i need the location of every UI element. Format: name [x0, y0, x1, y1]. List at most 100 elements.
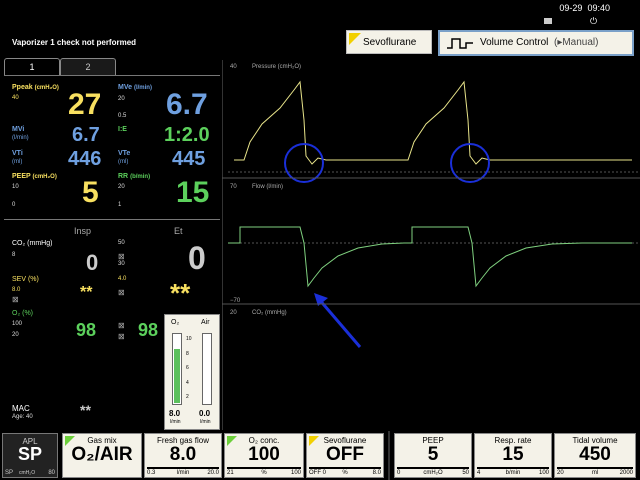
fresh-gas-max: 20.0 [207, 470, 219, 476]
tidal-volume-max: 2000 [619, 470, 633, 476]
ppeak-value: 27 [68, 88, 102, 121]
co2-waveform: 20 CO₂ (mmHg) [230, 310, 287, 316]
air-flow-unit: l/min [200, 419, 211, 425]
rr-limit-lo: 1 [118, 202, 122, 208]
co2-label: CO₂ (mmHg) [12, 240, 53, 247]
alarm-off-icon: ⊠ [118, 252, 125, 261]
o2-insp-value: 98 [76, 320, 97, 340]
alarm-off-icon: ⊠ [118, 321, 125, 330]
date: 09-29 [559, 3, 583, 13]
apl-min: SP [5, 470, 14, 476]
mode-sub-label: (▸Manual) [554, 37, 599, 48]
tidal-volume-control[interactable]: Tidal volume 450 20 ml 2000 [554, 433, 636, 478]
annotation-circle [284, 143, 324, 183]
o2-conc-value: 100 [248, 444, 280, 465]
flow-scale-bottom: −70 [230, 298, 241, 304]
alarm-off-icon: ⊠ [118, 288, 125, 297]
vte-unit: (ml) [118, 159, 129, 165]
mvi-value: 6.7 [72, 124, 100, 146]
agent-indicator-icon [349, 33, 361, 45]
o2-conc-max: 100 [290, 470, 301, 476]
o2-et-value: 98 [138, 320, 159, 340]
sevoflurane-max: 8.0 [372, 470, 381, 476]
alarm-off-icon: ⊠ [118, 332, 125, 341]
pressure-label: Pressure (cmH₂O) [252, 64, 301, 70]
flow-waveform: 70 Flow (l/min) −70 [228, 184, 640, 348]
o2-flow-value: 8.0 [169, 409, 181, 418]
co2-insp-value: 0 [86, 250, 99, 275]
flow-scale-top: 70 [230, 184, 237, 190]
vti-unit: (ml) [12, 159, 23, 165]
mode-waveform-icon [447, 38, 473, 49]
fresh-gas-bar [147, 467, 219, 469]
battery-icon [544, 18, 552, 24]
sevoflurane-bar [309, 467, 381, 469]
top-bar: 09-29 09:40 ⏻ [0, 0, 640, 28]
virtual-flowmeter: O₂ Air 10 8 6 4 2 8.0 0.0 l/min l/min [164, 314, 220, 430]
air-flow-tube [202, 333, 212, 405]
o2-label: O₂ (%) [12, 310, 33, 317]
alarm-message[interactable]: Vaporizer 1 check not performed [12, 38, 136, 47]
mve-limit-lo: 0.5 [118, 113, 127, 119]
pressure-waveform: 40 Pressure (cmH₂O) [228, 64, 640, 183]
sevoflurane-value: OFF [326, 444, 364, 465]
divider [388, 431, 390, 480]
mvi-label: MVi [12, 126, 25, 133]
peep-control[interactable]: PEEP 5 0 cmH₂O 50 [394, 433, 472, 478]
co2-et-limit: 50 [118, 240, 125, 246]
agent-label: Sevoflurane [363, 37, 417, 48]
peep-limit-lo: 0 [12, 202, 16, 208]
sevoflurane-unit: % [342, 470, 348, 476]
ie-value: 1:2.0 [164, 124, 210, 146]
tab-1[interactable]: 1 [4, 58, 60, 75]
sev-et-limit: 4.0 [118, 276, 127, 282]
rr-limit-hi: 20 [118, 184, 125, 190]
fresh-gas-flow-control[interactable]: Fresh gas flow 8.0 0.3 l/min 20.0 [144, 433, 222, 478]
gas-mix-button[interactable]: Gas mix O₂/AIR [62, 433, 142, 478]
waveform-panel: 40 Pressure (cmH₂O) 70 Flow (l/min) −70 … [222, 60, 640, 430]
mve-limit-hi: 20 [118, 96, 125, 102]
resp-rate-bar [477, 467, 549, 469]
resp-rate-control[interactable]: Resp. rate 15 4 b/min 100 [474, 433, 552, 478]
et-header: Et [174, 226, 183, 236]
sev-insp-value: ** [80, 284, 93, 301]
o2-flow-fill [174, 348, 180, 403]
vti-label: VTi [12, 150, 23, 157]
sevoflurane-control[interactable]: Sevoflurane OFF OFF 0 % 8.0 [306, 433, 384, 478]
vte-label: VTe [118, 150, 131, 157]
mac-label: MAC [12, 404, 30, 413]
air-flow-value: 0.0 [199, 409, 211, 418]
peep-set-value: 5 [427, 444, 439, 465]
agent-select-button[interactable]: Sevoflurane [346, 30, 432, 54]
co2-insp-limit: 8 [12, 252, 16, 258]
resp-rate-max: 100 [538, 470, 549, 476]
co2-et-value: 0 [188, 240, 206, 276]
o2-conc-bar [227, 467, 301, 469]
mvi-unit: (l/min) [12, 135, 29, 141]
apl-max: 80 [48, 470, 55, 476]
sev-insp-limit: 8.0 [12, 287, 21, 293]
o2-insp-limit: 100 [12, 321, 23, 327]
apl-valve-display[interactable]: APL SP SP cmH₂O 80 [2, 433, 58, 478]
o2-insp-limit-lo: 20 [12, 332, 19, 338]
vti-value: 446 [68, 148, 102, 170]
peep-bar [397, 467, 469, 469]
o2-flow-unit: l/min [170, 419, 181, 425]
annotation-arrow [316, 297, 362, 348]
flowmeter-o2-label: O₂ [171, 319, 180, 326]
tidal-volume-value: 450 [579, 444, 611, 465]
tab-2[interactable]: 2 [60, 58, 116, 75]
ppeak-limit: 40 [12, 95, 19, 101]
ventilation-mode-button[interactable]: Volume Control (▸Manual) [438, 30, 634, 56]
peep-max: 50 [462, 470, 469, 476]
rr-value: 15 [176, 176, 210, 209]
insp-header: Insp [74, 226, 92, 236]
co2-label: CO₂ (mmHg) [252, 310, 287, 316]
o2-flow-tube [172, 333, 182, 405]
o2-conc-control[interactable]: O₂ conc. 100 21 % 100 [224, 433, 304, 478]
flowmeter-air-label: Air [201, 319, 210, 326]
mac-value: ** [80, 402, 91, 418]
peep-value: 5 [82, 176, 99, 209]
mode-label: Volume Control [480, 37, 549, 48]
tidal-volume-bar [557, 467, 633, 469]
